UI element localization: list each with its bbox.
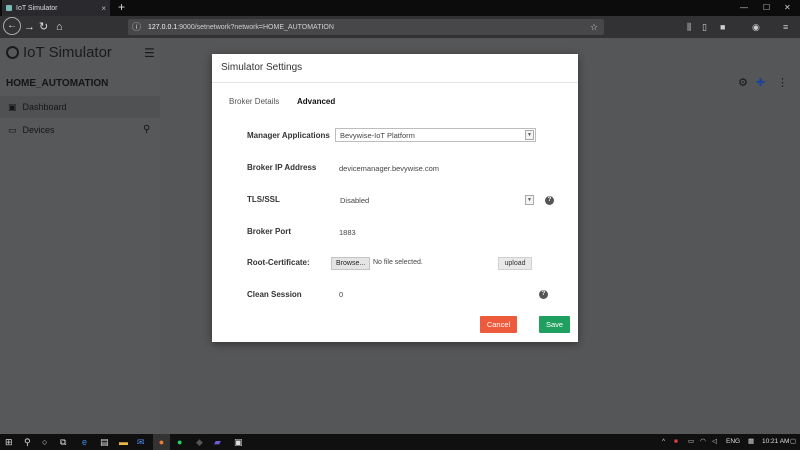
sidebar-item-dashboard[interactable]: ▣ Dashboard	[0, 96, 160, 118]
broker-port-value[interactable]: 1883	[339, 228, 356, 237]
tls-value: Disabled	[340, 195, 370, 205]
spotify-icon[interactable]: ●	[177, 434, 182, 450]
project-name: HOME_AUTOMATION	[6, 78, 109, 89]
chevron-down-icon: ▼	[525, 195, 534, 205]
monitor-icon: ▭	[8, 124, 17, 135]
back-arrow-icon[interactable]: ←	[3, 17, 21, 35]
tab-broker-details[interactable]: Broker Details	[229, 97, 279, 106]
app-icon[interactable]: ◆	[196, 434, 203, 450]
terminal-icon[interactable]: ▣	[234, 434, 243, 450]
root-certificate-label: Root-Certificate:	[247, 258, 310, 267]
url-path: :9000/setnetwork?network=HOME_AUTOMATION	[177, 23, 334, 31]
clean-session-label: Clean Session	[247, 290, 302, 299]
firefox-icon[interactable]: ●	[153, 434, 170, 450]
menu-icon[interactable]: ≡	[783, 16, 788, 38]
modal-divider	[212, 82, 578, 83]
wifi-icon[interactable]: ◠	[700, 434, 706, 450]
manager-applications-label: Manager Applications	[247, 131, 330, 140]
clock[interactable]: 10:21 AM	[762, 434, 789, 450]
clean-session-value[interactable]: 0	[339, 290, 343, 299]
chevron-up-icon[interactable]: ^	[662, 434, 665, 450]
tab-close-icon[interactable]: ×	[101, 4, 106, 13]
file-explorer-icon[interactable]: ▬	[119, 434, 128, 450]
window-minimize-button[interactable]: —	[740, 0, 748, 16]
globe-icon	[6, 46, 19, 59]
settings-icon[interactable]: ⚙	[738, 76, 748, 89]
add-icon[interactable]: ✚	[756, 76, 765, 89]
cortana-icon[interactable]: ○	[42, 434, 47, 450]
forward-arrow-icon[interactable]: →	[24, 16, 35, 38]
mail-icon[interactable]: ✉	[137, 434, 145, 450]
keyboard-icon[interactable]: ▦	[748, 434, 754, 450]
network-icon[interactable]: ▭	[688, 434, 694, 450]
help-icon[interactable]: ?	[545, 196, 554, 205]
broker-port-label: Broker Port	[247, 227, 292, 236]
tls-select[interactable]: Disabled ▼	[335, 193, 536, 207]
broker-ip-value[interactable]: devicemanager.bevywise.com	[339, 164, 439, 173]
window-close-button[interactable]: ✕	[784, 0, 791, 16]
sidebar-item-label: Dashboard	[22, 102, 67, 112]
browser-tab[interactable]: IoT Simulator ×	[2, 0, 110, 16]
app-icon[interactable]: ▰	[214, 434, 221, 450]
bookmark-star-icon[interactable]: ☆	[590, 16, 598, 38]
tab-advanced[interactable]: Advanced	[297, 97, 335, 106]
language-indicator[interactable]: ENG	[726, 434, 740, 450]
url-host: 127.0.0.1	[148, 23, 178, 31]
info-icon[interactable]: ⓘ	[132, 16, 141, 38]
home-icon[interactable]: ⌂	[56, 16, 63, 38]
tls-label: TLS/SSL	[247, 195, 280, 204]
tray-app-icon[interactable]: ■	[674, 434, 678, 450]
extension-icon[interactable]: ■	[720, 16, 725, 38]
modal-title: Simulator Settings	[221, 62, 303, 73]
sidebar-item-devices[interactable]: ▭ Devices	[0, 119, 160, 141]
search-icon[interactable]: ⚲	[143, 124, 150, 135]
url-bar[interactable]: 127.0.0.1:9000/setnetwork?network=HOME_A…	[128, 19, 604, 35]
chevron-down-icon: ▼	[525, 130, 534, 140]
hamburger-menu-icon[interactable]: ☰	[144, 46, 155, 60]
sidebar-toggle-icon[interactable]: ▯	[702, 16, 707, 38]
help-icon[interactable]: ?	[539, 290, 548, 299]
window-maximize-button[interactable]: ☐	[763, 0, 770, 16]
notification-icon[interactable]: ▢	[790, 434, 796, 450]
volume-icon[interactable]: ◁	[712, 434, 717, 450]
save-button[interactable]: Save	[539, 316, 570, 333]
browse-button[interactable]: Browse...	[331, 257, 371, 270]
dashboard-icon: ▣	[8, 101, 17, 112]
manager-applications-select[interactable]: Bevywise-IoT Platform ▼	[335, 128, 536, 142]
browser-tab-title: IoT Simulator	[16, 4, 58, 12]
new-tab-button[interactable]: +	[118, 0, 125, 16]
upload-button[interactable]: upload	[498, 257, 532, 270]
cancel-button[interactable]: Cancel	[480, 316, 517, 333]
task-view-icon[interactable]: ⧉	[60, 434, 66, 450]
search-icon[interactable]: ⚲	[24, 434, 31, 450]
more-icon[interactable]: ⋮	[777, 76, 788, 89]
store-icon[interactable]: ▤	[100, 434, 109, 450]
library-icon[interactable]: ⫼	[687, 16, 691, 38]
reload-icon[interactable]: ↻	[39, 16, 48, 38]
manager-applications-value: Bevywise-IoT Platform	[340, 130, 415, 140]
windows-start-icon[interactable]: ⊞	[5, 434, 13, 450]
favicon-icon	[6, 5, 12, 11]
app-brand: IoT Simulator	[6, 44, 112, 61]
sidebar-item-label: Devices	[22, 125, 55, 135]
brand-name: IoT Simulator	[23, 44, 112, 61]
account-icon[interactable]: ◉	[752, 16, 760, 38]
broker-ip-label: Broker IP Address	[247, 163, 317, 172]
edge-icon[interactable]: e	[82, 434, 87, 450]
no-file-text: No file selected.	[373, 259, 423, 266]
